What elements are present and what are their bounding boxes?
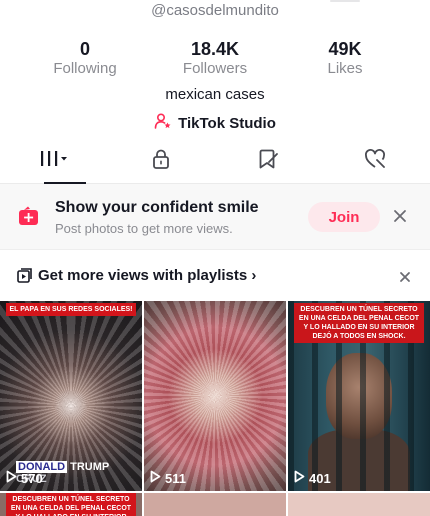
stat-value: 18.4K <box>190 39 240 59</box>
profile-tabs <box>0 140 430 184</box>
close-icon[interactable] <box>392 208 408 229</box>
stat-label: Following <box>53 60 117 77</box>
video-grid: EL PAPA EN SUS REDES SOCIALES! DONALD TR… <box>0 301 430 516</box>
profile-handle: @casosdelmundito <box>151 2 279 19</box>
stat-likes[interactable]: 49K Likes <box>295 38 395 78</box>
stat-label: Likes <box>327 60 363 77</box>
bookmark-icon <box>257 148 281 175</box>
stat-followers[interactable]: 18.4K Followers <box>165 38 265 78</box>
tab-private[interactable] <box>108 140 216 183</box>
stat-label: Followers <box>182 60 248 77</box>
view-count: 401 <box>294 470 331 486</box>
promo-subtitle: Post photos to get more views. <box>55 221 233 236</box>
studio-label: TikTok Studio <box>178 115 276 132</box>
tab-saved[interactable] <box>215 140 323 183</box>
stat-following[interactable]: 0 Following <box>35 38 135 78</box>
photo-promo-banner: Show your confident smile Post photos to… <box>0 184 430 250</box>
video-thumbnail[interactable] <box>288 493 430 516</box>
play-icon <box>294 470 305 486</box>
video-thumbnail[interactable]: DESCUBREN UN TÚNEL SECRETO EN UNA CELDA … <box>0 493 142 516</box>
video-banner-text: DESCUBREN UN TÚNEL SECRETO EN UNA CELDA … <box>294 303 424 343</box>
view-count-value: 401 <box>309 470 331 486</box>
playlist-prompt[interactable]: Get more views with playlists › <box>0 250 430 300</box>
profile-stats: 0 Following 18.4K Followers 49K Likes <box>0 38 430 78</box>
view-count-value: 570 <box>21 470 43 486</box>
play-icon <box>6 470 17 486</box>
join-button[interactable]: Join <box>308 202 380 232</box>
add-photo-icon <box>17 205 41 234</box>
tab-liked[interactable] <box>323 140 430 183</box>
blur-effect <box>144 301 286 491</box>
view-count: 511 <box>150 470 186 486</box>
videos-grid-icon <box>37 148 71 175</box>
lock-icon <box>150 148 172 175</box>
view-count: 570 <box>6 470 43 486</box>
stat-value: 0 <box>79 39 90 59</box>
tab-videos[interactable] <box>0 140 108 184</box>
play-icon <box>150 470 161 486</box>
stat-value: 49K <box>328 39 362 59</box>
user-star-icon <box>154 112 172 135</box>
playlist-icon <box>17 268 33 289</box>
view-count-value: 511 <box>165 470 186 486</box>
video-thumbnail[interactable]: 511 <box>144 301 286 491</box>
liked-heart-icon <box>364 148 388 175</box>
video-banner-text: EL PAPA EN SUS REDES SOCIALES! <box>6 303 136 316</box>
video-thumbnail[interactable]: EL PAPA EN SUS REDES SOCIALES! DONALD TR… <box>0 301 142 491</box>
video-banner-text: DESCUBREN UN TÚNEL SECRETO EN UNA CELDA … <box>6 493 136 516</box>
promo-title: Show your confident smile <box>55 199 259 216</box>
video-thumbnail[interactable] <box>144 493 286 516</box>
close-icon[interactable] <box>399 270 411 288</box>
tiktok-studio-link[interactable]: TikTok Studio <box>0 112 430 135</box>
video-thumbnail[interactable]: DESCUBREN UN TÚNEL SECRETO EN UNA CELDA … <box>288 301 430 491</box>
playlist-label: Get more views with playlists › <box>38 267 257 284</box>
profile-bio: mexican cases <box>165 86 265 103</box>
